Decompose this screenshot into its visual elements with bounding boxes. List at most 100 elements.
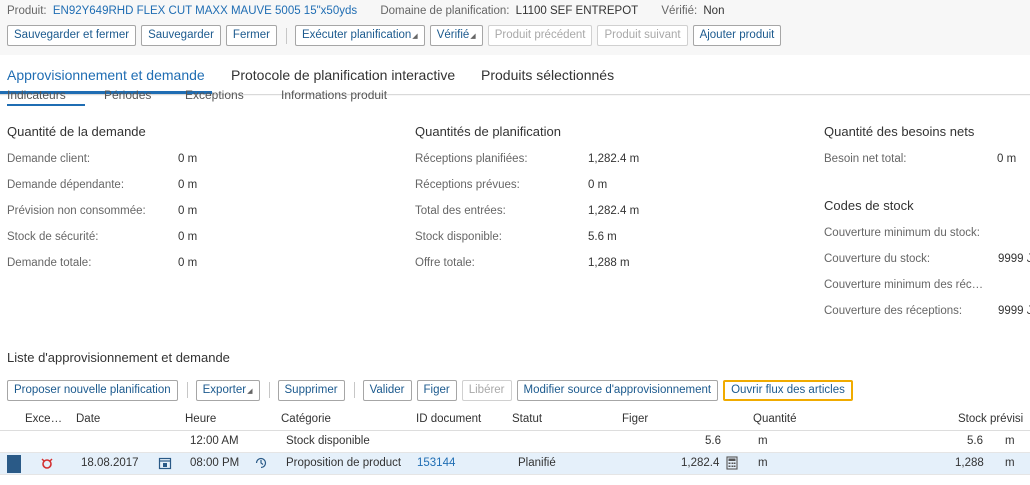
total-receipts-value: 1,282.4 m bbox=[588, 205, 640, 217]
row-quantity-unit: m bbox=[758, 435, 768, 447]
stock-coverage-value: 9999 J bbox=[998, 253, 1030, 265]
subtab-indicators[interactable]: Indicateurs bbox=[7, 88, 66, 102]
unconsumed-forecast-label: Prévision non consommée: bbox=[7, 205, 146, 217]
verified-label: Vérifié: bbox=[661, 5, 698, 17]
subtab-product-info[interactable]: Informations produit bbox=[281, 88, 387, 102]
row-stock: 1,288 bbox=[955, 457, 984, 469]
column-date[interactable]: Date bbox=[76, 413, 100, 425]
stock-coverage-label: Couverture du stock: bbox=[824, 253, 931, 265]
fix-button[interactable]: Figer bbox=[416, 379, 457, 401]
domain-label: Domaine de planification: bbox=[380, 5, 510, 17]
run-planning-button[interactable]: Exécuter planification◢ bbox=[294, 25, 425, 46]
product-label: Produit: bbox=[7, 5, 47, 17]
total-supply-label: Offre totale: bbox=[415, 257, 475, 269]
column-time[interactable]: Heure bbox=[185, 413, 216, 425]
open-item-flow-button[interactable]: Ouvrir flux des articles bbox=[723, 379, 853, 401]
total-demand-value: 0 m bbox=[178, 257, 198, 269]
table-row[interactable]: 12:00 AM Stock disponible 5.6 m 5.6 m bbox=[0, 431, 1030, 453]
row-quantity: 5.6 bbox=[705, 435, 721, 447]
export-button[interactable]: Exporter◢ bbox=[195, 379, 260, 401]
row-document-id-link[interactable]: 153144 bbox=[417, 457, 455, 469]
column-fixed[interactable]: Figer bbox=[622, 413, 648, 425]
column-exception[interactable]: Exce… bbox=[25, 413, 62, 425]
toolbar-separator bbox=[285, 27, 287, 44]
row-time: 08:00 PM bbox=[190, 457, 240, 469]
verified-button-label: Vérifié bbox=[436, 29, 470, 41]
planned-receipts-label: Réceptions planifiées: bbox=[415, 153, 528, 165]
table-header: Exce… Date Heure Catégorie ID document S… bbox=[0, 409, 1030, 431]
verified-value: Non bbox=[703, 5, 725, 17]
column-document-id[interactable]: ID document bbox=[416, 413, 481, 425]
column-status[interactable]: Statut bbox=[512, 413, 542, 425]
toolbar-separator bbox=[268, 382, 270, 398]
column-quantity[interactable]: Quantité bbox=[753, 413, 796, 425]
calculator-icon[interactable] bbox=[725, 456, 739, 470]
product-info-line: Produit: EN92Y649RHD FLEX CUT MAXX MAUVE… bbox=[7, 5, 727, 17]
exception-alarm-icon[interactable] bbox=[40, 456, 54, 470]
calendar-icon[interactable] bbox=[158, 456, 172, 470]
planning-title: Quantités de planification bbox=[415, 124, 561, 139]
customer-demand-value: 0 m bbox=[178, 153, 198, 165]
close-button[interactable]: Fermer bbox=[225, 25, 277, 46]
safety-stock-label: Stock de sécurité: bbox=[7, 231, 99, 243]
supply-demand-list-title: Liste d'approvisionnement et demande bbox=[7, 350, 230, 365]
active-subtab-indicator bbox=[7, 104, 85, 106]
dependent-demand-value: 0 m bbox=[178, 179, 198, 191]
menu-arrow-icon: ◢ bbox=[412, 33, 418, 40]
total-receipts-label: Total des entrées: bbox=[415, 205, 506, 217]
table-row[interactable]: 18.08.2017 08:00 PM Proposition de produ… bbox=[0, 453, 1030, 475]
toolbar-separator bbox=[353, 382, 355, 398]
propose-planning-button[interactable]: Proposer nouvelle planification bbox=[7, 379, 178, 401]
dependent-demand-label: Demande dépendante: bbox=[7, 179, 125, 191]
row-date: 18.08.2017 bbox=[81, 457, 139, 469]
row-stock: 5.6 bbox=[967, 435, 983, 447]
product-value[interactable]: EN92Y649RHD FLEX CUT MAXX MAUVE 5005 15"… bbox=[53, 5, 357, 17]
safety-stock-value: 0 m bbox=[178, 231, 198, 243]
subtab-exceptions[interactable]: Exceptions bbox=[185, 88, 244, 102]
demand-title: Quantité de la demande bbox=[7, 124, 146, 139]
tab-planning-protocol[interactable]: Protocole de planification interactive bbox=[231, 67, 455, 83]
tab-supply-demand[interactable]: Approvisionnement et demande bbox=[7, 67, 205, 83]
previous-product-button[interactable]: Produit précédent bbox=[487, 25, 593, 46]
add-product-button[interactable]: Ajouter produit bbox=[692, 25, 782, 46]
unconsumed-forecast-value: 0 m bbox=[178, 205, 198, 217]
total-demand-label: Demande totale: bbox=[7, 257, 92, 269]
row-time: 12:00 AM bbox=[190, 435, 239, 447]
planned-receipts-value: 1,282.4 m bbox=[588, 153, 640, 165]
stock-codes-title: Codes de stock bbox=[824, 198, 914, 213]
verified-button[interactable]: Vérifié◢ bbox=[429, 25, 483, 46]
customer-demand-label: Demande client: bbox=[7, 153, 91, 165]
net-requirements-label: Besoin net total: bbox=[824, 153, 907, 165]
tab-selected-products[interactable]: Produits sélectionnés bbox=[481, 67, 614, 83]
sub-tab-bar: Indicateurs Périodes Exceptions Informat… bbox=[0, 88, 700, 108]
list-toolbar: Proposer nouvelle planification Exporter… bbox=[7, 379, 858, 401]
net-requirements-title: Quantité des besoins nets bbox=[824, 124, 975, 139]
save-close-button[interactable]: Sauvegarder et fermer bbox=[7, 25, 137, 46]
scheduled-receipts-label: Réceptions prévues: bbox=[415, 179, 520, 191]
delete-button[interactable]: Supprimer bbox=[277, 379, 345, 401]
run-planning-label: Exécuter planification bbox=[301, 29, 412, 41]
clock-icon[interactable] bbox=[254, 456, 268, 470]
min-receipt-coverage-label: Couverture minimum des réc… bbox=[824, 279, 984, 291]
row-selector[interactable] bbox=[7, 455, 21, 473]
modify-source-button[interactable]: Modifier source d'approvisionnement bbox=[516, 379, 719, 401]
next-product-button[interactable]: Produit suivant bbox=[597, 25, 688, 46]
row-quantity: 1,282.4 bbox=[681, 457, 720, 469]
available-stock-value: 5.6 m bbox=[588, 231, 617, 243]
row-category: Proposition de product bbox=[286, 457, 402, 469]
receipt-coverage-value: 9999 J bbox=[998, 305, 1030, 317]
scheduled-receipts-value: 0 m bbox=[588, 179, 608, 191]
release-button[interactable]: Libérer bbox=[461, 379, 512, 401]
validate-button[interactable]: Valider bbox=[362, 379, 412, 401]
receipt-coverage-label: Couverture des réceptions: bbox=[824, 305, 963, 317]
save-button[interactable]: Sauvegarder bbox=[141, 25, 221, 46]
row-stock-unit: m bbox=[1005, 457, 1015, 469]
row-status: Planifié bbox=[518, 457, 556, 469]
main-toolbar: Sauvegarder et fermer Sauvegarder Fermer… bbox=[7, 25, 786, 46]
column-category[interactable]: Catégorie bbox=[281, 413, 331, 425]
column-projected-stock[interactable]: Stock prévisi bbox=[958, 413, 1023, 425]
domain-value: L1100 SEF ENTREPOT bbox=[515, 5, 639, 17]
row-quantity-unit: m bbox=[758, 457, 768, 469]
subtab-periods[interactable]: Périodes bbox=[104, 88, 151, 102]
export-label: Exporter bbox=[202, 383, 247, 396]
